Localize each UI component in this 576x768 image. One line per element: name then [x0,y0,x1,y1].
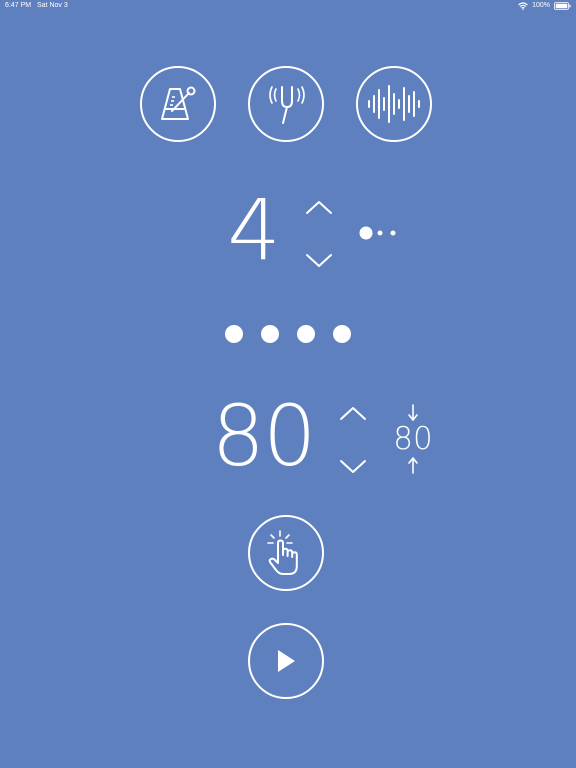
play-button[interactable] [248,623,324,699]
beat-dot-4 [333,325,351,343]
status-bar: 6:47 PM Sat Nov 3 100% [0,0,576,12]
beat-dot-3 [297,325,315,343]
metronome-screen: 6:47 PM Sat Nov 3 100% 4 80 80 [0,0,576,768]
status-right: 100% [518,0,571,12]
tempo-decrease-button[interactable] [338,458,368,476]
tempo-reference-value: 80 [393,421,433,457]
status-date: Sat Nov 3 [37,2,68,9]
tuning-fork-icon [261,79,311,129]
sound-mode-button[interactable] [356,66,432,142]
subdivision-button[interactable] [358,225,400,241]
play-icon [274,648,298,674]
tempo-increase-button[interactable] [338,404,368,422]
tap-hand-icon [261,528,311,578]
subdivision-dots-icon [358,225,400,241]
status-time: 6:47 PM [5,2,32,9]
chevron-up-icon [304,198,334,216]
chevron-up-icon [338,404,368,422]
metronome-icon [155,81,201,127]
wifi-icon [518,2,528,10]
tempo-reference[interactable]: 80 [390,404,436,476]
beat-dot-2 [261,325,279,343]
battery-icon [554,2,571,10]
beats-value: 4 [227,181,281,279]
beat-dot-1 [225,325,243,343]
beats-decrease-button[interactable] [304,252,334,270]
tempo-value: 80 [211,387,317,485]
beats-increase-button[interactable] [304,198,334,216]
tuner-mode-button[interactable] [248,66,324,142]
sound-wave-icon [366,82,422,126]
battery-percent: 100% [532,2,550,9]
chevron-down-icon [338,458,368,476]
arrow-up-icon [407,456,419,479]
tap-tempo-button[interactable] [248,515,324,591]
chevron-down-icon [304,252,334,270]
metronome-mode-button[interactable] [140,66,216,142]
